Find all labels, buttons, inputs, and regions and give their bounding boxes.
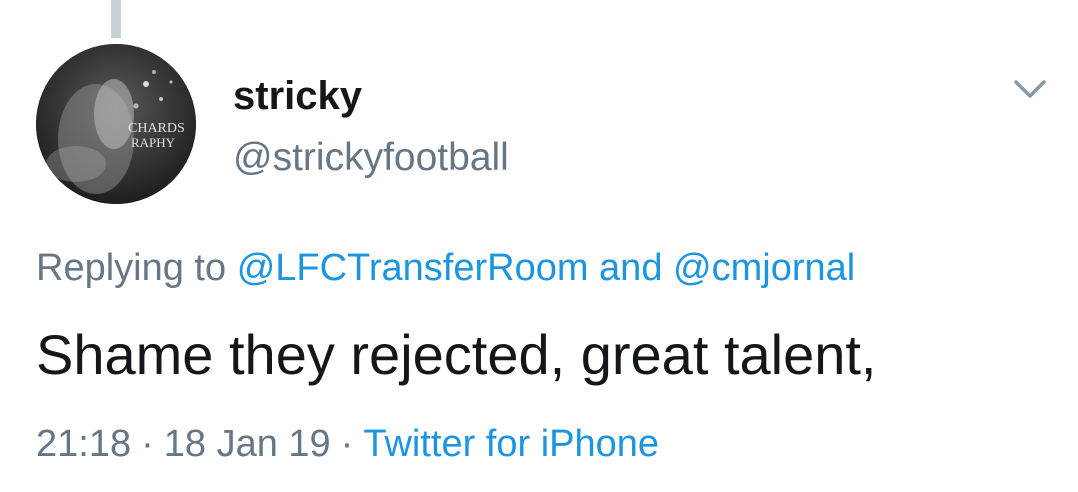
tweet-metadata: 21:18 · 18 Jan 19 · Twitter for iPhone <box>36 420 659 468</box>
tweet-time[interactable]: 21:18 <box>36 423 131 465</box>
author-handle[interactable]: @strickyfootball <box>233 134 509 182</box>
avatar-image: CHARDS RAPHY <box>36 44 196 204</box>
mention-link-lfctransferroom[interactable]: @LFCTransferRoom <box>237 247 589 289</box>
avatar-text-2: RAPHY <box>131 135 176 150</box>
replying-to-label: Replying to <box>36 247 227 289</box>
chevron-down-icon[interactable] <box>1010 76 1050 104</box>
tweet-source-link[interactable]: Twitter for iPhone <box>363 423 659 465</box>
author-display-name[interactable]: stricky <box>233 72 362 120</box>
thread-connector-line <box>111 0 121 38</box>
mention-link-cmjornal[interactable]: @cmjornal <box>673 247 855 289</box>
replying-to-context: Replying to @LFCTransferRoom and @cmjorn… <box>36 244 855 292</box>
tweet-card[interactable]: CHARDS RAPHY stricky @strickyfootball Re… <box>0 0 1078 492</box>
avatar[interactable]: CHARDS RAPHY <box>36 44 196 204</box>
tweet-text: Shame they rejected, great talent, <box>36 323 877 386</box>
tweet-date[interactable]: 18 Jan 19 <box>164 423 331 465</box>
mention-conjunction[interactable]: and <box>599 247 662 289</box>
avatar-text-1: CHARDS <box>128 121 185 136</box>
meta-separator: · <box>141 423 154 465</box>
meta-separator: · <box>340 423 354 465</box>
